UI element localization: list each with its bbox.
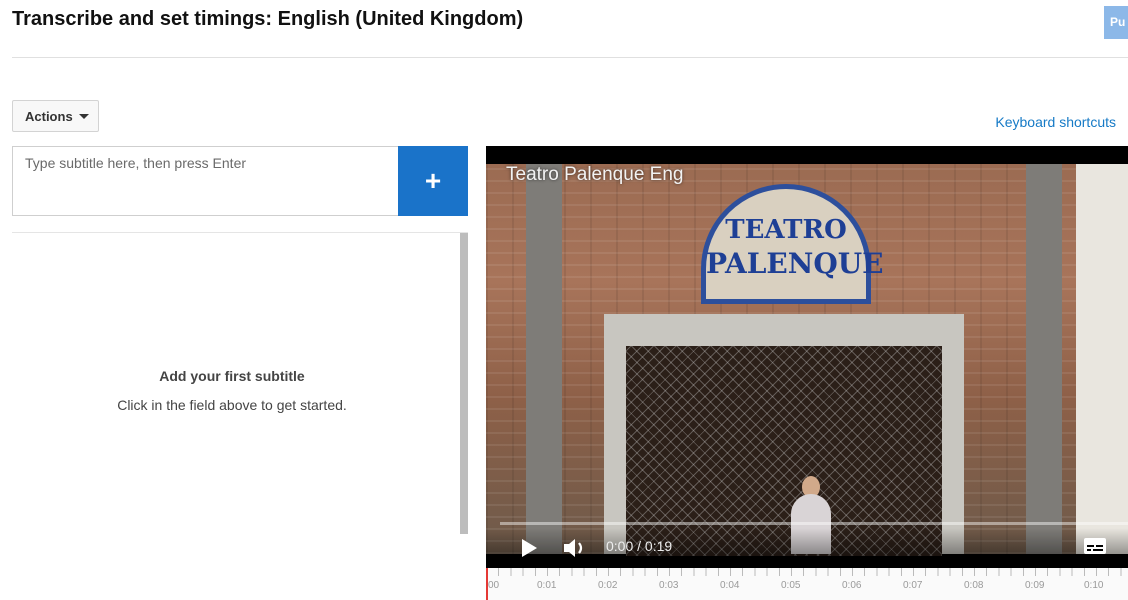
tick-label: 0:02 — [598, 580, 618, 591]
add-subtitle-button[interactable]: + — [398, 146, 468, 216]
empty-state-title: Add your first subtitle — [159, 368, 305, 384]
video-frame[interactable]: TEATRO PALENQUE — [486, 164, 1128, 556]
volume-icon[interactable] — [564, 538, 590, 558]
caret-down-icon — [78, 114, 89, 119]
play-icon[interactable] — [522, 539, 537, 557]
tick-label: 0:07 — [903, 580, 923, 591]
tick-label: 00 — [488, 580, 500, 591]
video-player[interactable]: TEATRO PALENQUE Teatro Palenque Eng 0:00… — [486, 146, 1128, 568]
publish-button[interactable]: Pu — [1104, 6, 1128, 39]
stone-pillar-right — [1026, 164, 1062, 554]
tick-label: 0:09 — [1025, 580, 1045, 591]
sign-line-1: TEATRO — [725, 215, 847, 245]
tick-label: 0:03 — [659, 580, 679, 591]
tick-label: 0:04 — [720, 580, 740, 591]
timeline-ticks — [486, 568, 1128, 576]
plus-icon: + — [424, 165, 442, 196]
white-wall — [1076, 164, 1128, 554]
sign-line-2: PALENQUE — [706, 247, 884, 280]
captions-icon[interactable] — [1084, 538, 1106, 554]
tick-label: 0:06 — [842, 580, 862, 591]
tick-label: 0:01 — [537, 580, 557, 591]
video-progress-bar[interactable] — [500, 522, 1128, 525]
header-divider — [12, 57, 1128, 58]
actions-dropdown-button[interactable]: Actions — [12, 100, 99, 132]
subtitle-input[interactable] — [12, 146, 398, 216]
subtitle-list — [12, 233, 460, 600]
keyboard-shortcuts-link[interactable]: Keyboard shortcuts — [995, 114, 1116, 130]
empty-state-subtitle: Click in the field above to get started. — [117, 397, 347, 413]
timeline[interactable]: 00 0:01 0:02 0:03 0:04 0:05 0:06 0:07 0:… — [486, 568, 1128, 600]
tick-label: 0:10 — [1084, 580, 1104, 591]
tick-label: 0:05 — [781, 580, 801, 591]
actions-label: Actions — [25, 108, 73, 124]
tick-label: 0:08 — [964, 580, 984, 591]
page-title: Transcribe and set timings: English (Uni… — [12, 8, 524, 30]
video-time: 0:00 / 0:19 — [606, 538, 673, 554]
stone-pillar-left — [526, 164, 562, 554]
subtitle-list-scrollbar[interactable] — [460, 233, 468, 534]
video-title: Teatro Palenque Eng — [506, 164, 684, 185]
